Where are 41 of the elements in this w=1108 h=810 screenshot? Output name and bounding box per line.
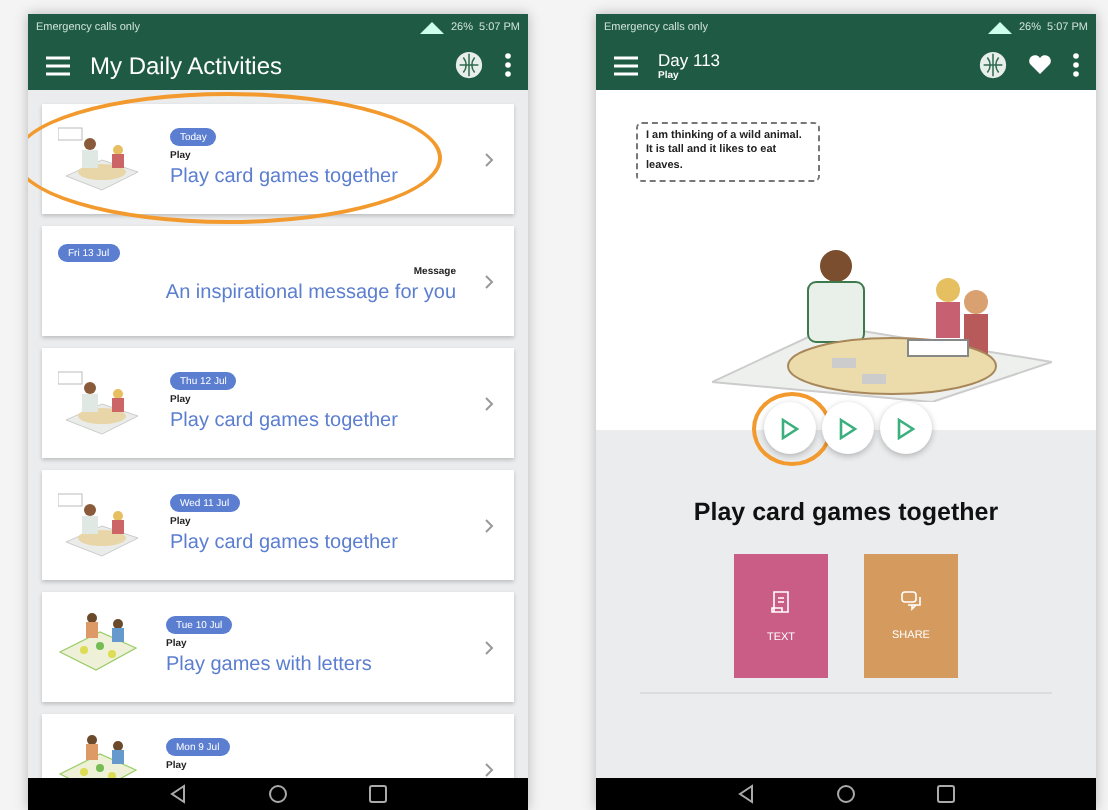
back-icon[interactable] [168, 784, 188, 804]
menu-icon[interactable] [614, 55, 638, 75]
activity-title: Play card games together [170, 410, 398, 432]
more-options-icon[interactable] [504, 52, 512, 78]
chat-bubbles-icon [899, 590, 923, 612]
activity-heading: Play card games together [691, 498, 1001, 526]
activity-title: Play games with letters [166, 654, 372, 676]
chevron-right-icon [484, 640, 494, 656]
chevron-right-icon [484, 762, 494, 778]
board-game-drawing [58, 612, 138, 672]
card-game-drawing [58, 124, 142, 192]
app-title: Day 113 [658, 49, 723, 69]
home-icon[interactable] [836, 784, 856, 804]
activity-title: An inspirational message for you [165, 282, 456, 304]
board-game-drawing [58, 734, 138, 778]
signal-icon [417, 20, 445, 34]
recents-icon[interactable] [368, 784, 388, 804]
play-icon [896, 417, 916, 439]
activity-title: Play card games together [170, 532, 398, 554]
chevron-right-icon [484, 518, 494, 534]
play-icon [780, 417, 800, 439]
play-icon [838, 417, 858, 439]
heart-icon[interactable] [1028, 54, 1052, 76]
app-title: My Daily Activities [90, 51, 285, 79]
card-game-drawing [58, 368, 142, 436]
play-button[interactable] [880, 402, 932, 454]
home-icon[interactable] [268, 784, 288, 804]
more-options-icon[interactable] [1072, 52, 1080, 78]
globe-icon[interactable] [454, 50, 484, 80]
card-game-drawing [58, 490, 142, 558]
chevron-right-icon [484, 396, 494, 412]
menu-icon[interactable] [46, 55, 70, 75]
document-icon [770, 589, 792, 613]
play-button[interactable] [764, 402, 816, 454]
recents-icon[interactable] [936, 784, 956, 804]
signal-icon [985, 20, 1013, 34]
globe-icon[interactable] [978, 50, 1008, 80]
chevron-right-icon [484, 152, 494, 168]
chevron-right-icon [484, 274, 494, 290]
activity-title: Play card games together [170, 166, 398, 188]
back-icon[interactable] [736, 784, 756, 804]
